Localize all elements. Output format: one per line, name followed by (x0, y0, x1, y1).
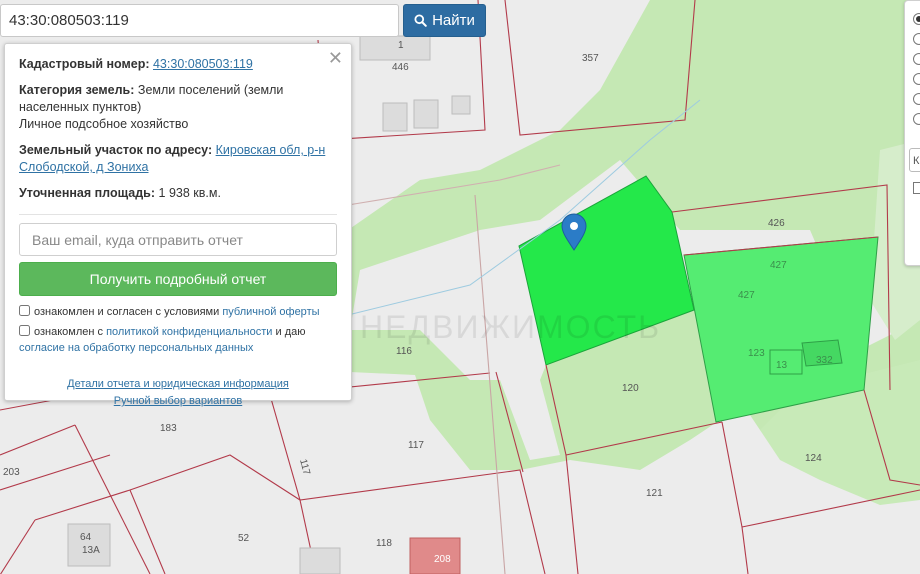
layer-radio-2[interactable] (913, 33, 920, 45)
privacy-consent-row: ознакомлен с политикой конфиденциальност… (19, 324, 337, 356)
cadastral-search-input[interactable] (0, 4, 399, 37)
close-icon[interactable]: ✕ (328, 49, 343, 67)
layer-radio-5[interactable] (913, 93, 920, 105)
layer-radio-6[interactable] (913, 113, 920, 125)
email-field[interactable] (19, 223, 337, 256)
area-value: 1 938 кв.м. (158, 186, 221, 200)
layer-radio-3[interactable] (913, 53, 920, 65)
offer-consent-row: ознакомлен и согласен с условиями публич… (19, 304, 337, 320)
parcel-label: 13А (82, 545, 100, 556)
layer-options-panel: К (904, 0, 920, 266)
personal-data-consent-link[interactable]: согласие на обработку персональных данны… (19, 342, 253, 354)
parcel-label: 123 (748, 348, 765, 359)
parcel-label: 183 (160, 423, 177, 434)
parcel-label: 13 (776, 360, 788, 371)
parcel-label: 116 (396, 346, 412, 357)
parcel-label: 426 (768, 218, 785, 229)
privacy-consent-mid: и даю (275, 326, 306, 338)
offer-consent-checkbox[interactable] (19, 305, 30, 316)
privacy-consent-text: ознакомлен с (34, 326, 104, 338)
layer-radio-4[interactable] (913, 73, 920, 85)
layer-select[interactable]: К (909, 148, 920, 172)
parcel-label: 52 (238, 533, 250, 544)
parcel-label: 427 (738, 290, 755, 301)
parcel-info-panel: ✕ Кадастровый номер: 43:30:080503:119 Ка… (4, 43, 352, 407)
parcel-label: 124 (805, 453, 822, 464)
report-details-link[interactable]: Детали отчета и юридическая информация (67, 378, 289, 390)
parcel-label: 427 (770, 260, 787, 271)
land-usage-value: Личное подсобное хозяйство (19, 117, 189, 131)
address-row: Земельный участок по адресу: Кировская о… (19, 142, 337, 176)
area-row: Уточненная площадь: 1 938 кв.м. (19, 185, 337, 202)
panel-footer-links: Детали отчета и юридическая информация Р… (19, 376, 337, 410)
address-label: Земельный участок по адресу: (19, 143, 213, 157)
privacy-policy-link[interactable]: политикой конфиденциальности (106, 326, 272, 338)
layer-radio-1[interactable] (913, 13, 920, 25)
parcel-label: 121 (646, 488, 663, 499)
parcel-label: 208 (434, 554, 451, 565)
parcel-label: 203 (3, 467, 20, 478)
divider (19, 214, 337, 215)
parcel-label: 117 (408, 440, 424, 451)
cadastral-number-label: Кадастровый номер: (19, 57, 150, 71)
parcel-label: 1 (398, 40, 404, 51)
offer-consent-text: ознакомлен и согласен с условиями (34, 306, 220, 318)
manual-selection-link[interactable]: Ручной выбор вариантов (114, 395, 242, 407)
area-label: Уточненная площадь: (19, 186, 156, 200)
parcel-label: 332 (816, 355, 833, 366)
parcel-label: 118 (376, 538, 392, 549)
search-button[interactable]: Найти (403, 4, 486, 37)
public-offer-link[interactable]: публичной оферты (222, 306, 319, 318)
search-icon (414, 14, 427, 27)
get-report-button[interactable]: Получить подробный отчет (19, 262, 337, 296)
map-watermark: НЕДВИЖИМОСТЬ (360, 309, 661, 345)
parcel-label: 357 (582, 53, 599, 64)
privacy-consent-checkbox[interactable] (19, 325, 30, 336)
land-category-row: Категория земель: Земли поселений (земли… (19, 82, 337, 133)
layer-checkbox[interactable] (913, 182, 920, 194)
parcel-label: 64 (80, 532, 92, 543)
parcel-label: 120 (622, 383, 639, 394)
cadastral-number-row: Кадастровый номер: 43:30:080503:119 (19, 56, 337, 73)
cadastral-number-link[interactable]: 43:30:080503:119 (153, 57, 253, 71)
land-category-label: Категория земель: (19, 83, 135, 97)
parcel-label: 446 (392, 62, 409, 73)
search-button-label: Найти (432, 12, 475, 29)
